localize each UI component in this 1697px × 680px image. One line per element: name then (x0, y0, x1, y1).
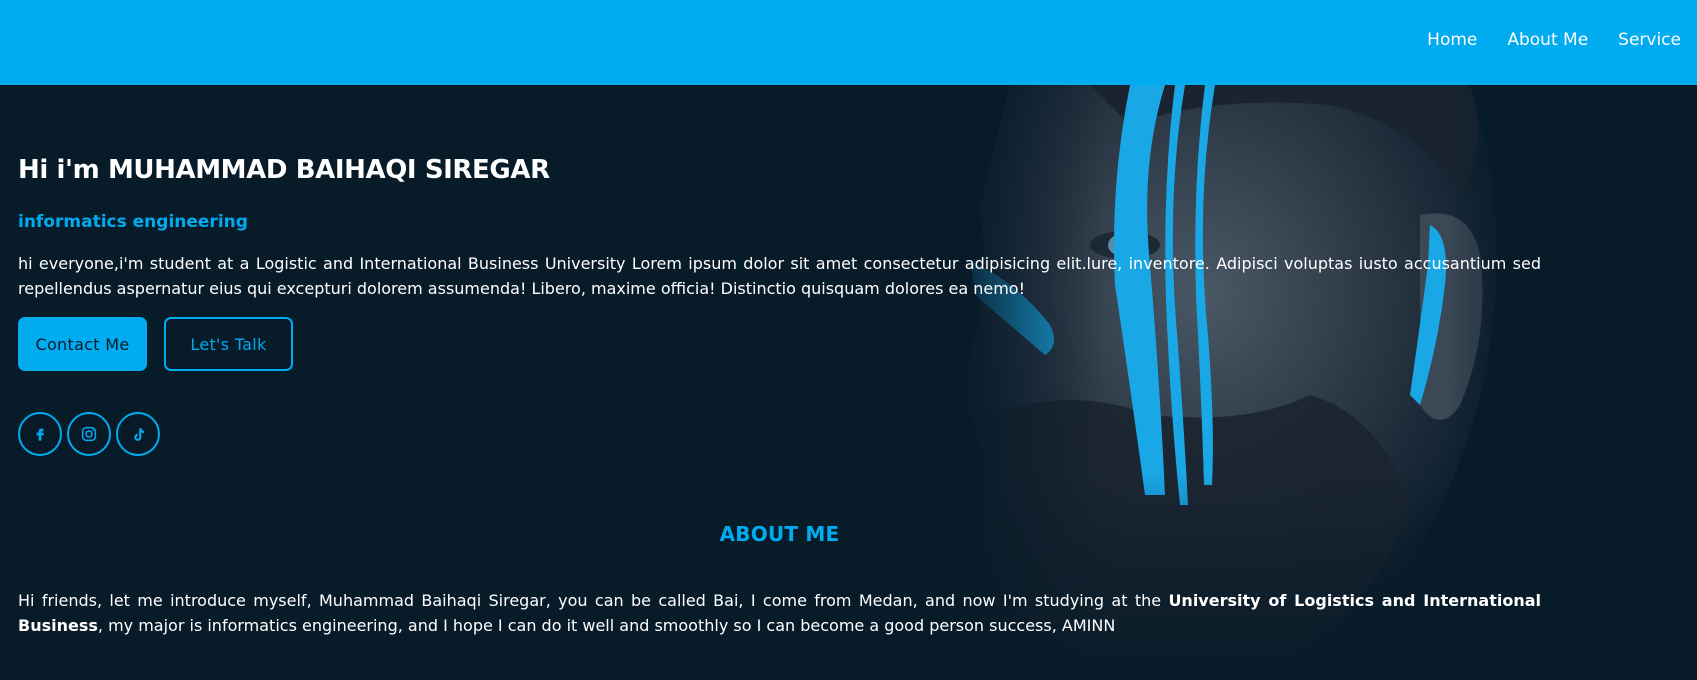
about-text-rest: , my major is informatics engineering, a… (97, 616, 1116, 635)
about-heading: ABOUT ME (719, 522, 840, 546)
social-links (18, 412, 160, 456)
nav-link-service[interactable]: Service (1618, 30, 1681, 50)
instagram-icon (81, 426, 97, 442)
navbar: Home About Me Service (0, 0, 1697, 85)
facebook-link[interactable] (18, 412, 62, 456)
facebook-icon (36, 428, 44, 441)
tiktok-link[interactable] (116, 412, 160, 456)
lets-talk-button[interactable]: Let's Talk (164, 317, 293, 371)
hero-subtitle: informatics engineering (18, 212, 248, 232)
hero-buttons: Contact Me Let's Talk (18, 317, 293, 371)
nav-link-about-me[interactable]: About Me (1507, 30, 1588, 50)
contact-me-button[interactable]: Contact Me (18, 317, 147, 371)
about-text-intro: Hi friends, let me introduce myself, Muh… (18, 591, 1169, 610)
instagram-link[interactable] (67, 412, 111, 456)
nav-links: Home About Me Service (1427, 30, 1681, 50)
hero-title: Hi i'm MUHAMMAD BAIHAQI SIREGAR (18, 155, 550, 185)
nav-link-home[interactable]: Home (1427, 30, 1477, 50)
hero-description: hi everyone,i'm student at a Logistic an… (18, 254, 1541, 298)
tiktok-icon (133, 427, 144, 441)
about-text: Hi friends, let me introduce myself, Muh… (18, 588, 1541, 638)
